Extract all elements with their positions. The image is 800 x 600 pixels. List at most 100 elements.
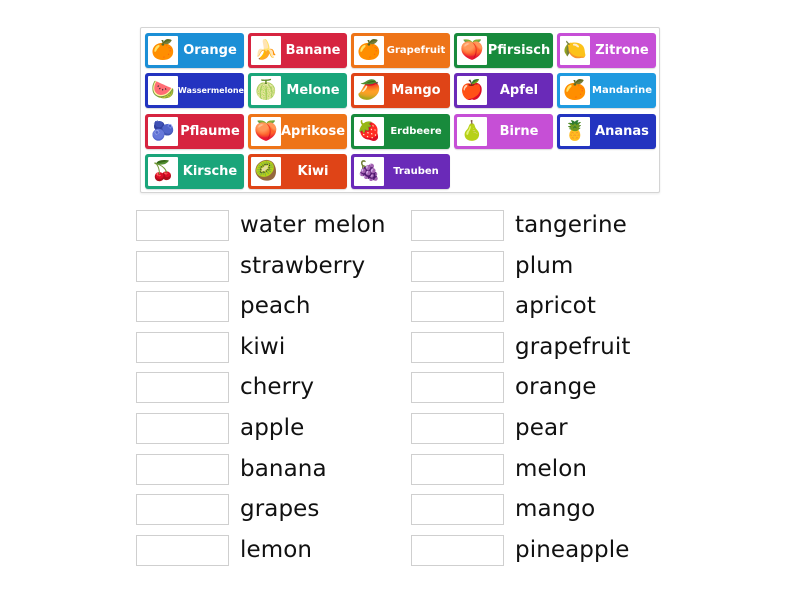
tile-banane[interactable]: 🍌 Banane [248,33,347,68]
cherry-icon: 🍒 [148,157,178,186]
drop-slot[interactable] [411,412,504,444]
tile-label: Kiwi [297,164,329,179]
drop-slot[interactable] [136,493,229,525]
tile-label: Erdbeere [390,126,442,137]
match-row: apricot [411,290,596,322]
tile-label: Aprikose [281,124,346,139]
match-row: cherry [136,371,314,403]
watermelon-icon: 🍉 [148,76,178,105]
tile-label: Orange [183,43,237,58]
match-row: peach [136,290,311,322]
target-word: peach [240,293,311,319]
tile-birne[interactable]: 🍐 Birne [454,114,553,149]
match-row: lemon [136,534,312,566]
tile-mandarine[interactable]: 🍊 Mandarine [557,73,656,108]
drop-slot[interactable] [411,250,504,282]
target-word: lemon [240,537,313,563]
tile-label: Melone [286,83,340,98]
target-word: cherry [240,374,315,400]
mango-icon: 🥭 [354,76,384,105]
target-word: orange [515,374,597,400]
match-row: strawberry [136,250,365,282]
tile-label: Wassermelone [178,86,244,95]
match-row: water melon [136,209,386,241]
banana-icon: 🍌 [251,36,281,65]
target-word: strawberry [240,253,366,279]
drop-slot[interactable] [411,534,504,566]
tile-grapefruit[interactable]: 🍊 Grapefruit [351,33,450,68]
drop-slot[interactable] [136,290,229,322]
tile-pfirsisch[interactable]: 🍑 Pfirsisch [454,33,553,68]
tile-label: Mandarine [592,85,652,96]
tangerine-icon: 🍊 [560,76,590,105]
drop-slot[interactable] [411,371,504,403]
lemon-icon: 🍋 [560,36,590,65]
target-word: banana [240,456,327,482]
match-row: pear [411,412,568,444]
target-word: mango [515,496,596,522]
tile-wassermelone[interactable]: 🍉 Wassermelone [145,73,244,108]
tile-kirsche[interactable]: 🍒 Kirsche [145,154,244,189]
match-row: orange [411,371,597,403]
target-word: kiwi [240,334,286,360]
drop-slot[interactable] [136,534,229,566]
tile-label: Mango [391,83,441,98]
melon-icon: 🍈 [251,76,281,105]
kiwi-icon: 🥝 [251,157,281,186]
tile-label: Apfel [499,83,539,98]
match-row: mango [411,493,595,525]
drop-slot[interactable] [411,290,504,322]
target-word: grapes [240,496,320,522]
tile-orange[interactable]: 🍊 Orange [145,33,244,68]
target-word: pear [515,415,568,441]
tile-trauben[interactable]: 🍇 Trauben [351,154,450,189]
tile-apfel[interactable]: 🍎 Apfel [454,73,553,108]
drop-slot[interactable] [136,371,229,403]
target-word: apricot [515,293,596,319]
pineapple-icon: 🍍 [560,117,590,146]
match-row: grapes [136,493,319,525]
target-word: plum [515,253,574,279]
tile-ananas[interactable]: 🍍 Ananas [557,114,656,149]
tile-aprikose[interactable]: 🍑 Aprikose [248,114,347,149]
apple-icon: 🍎 [457,76,487,105]
tile-label: Kirsche [182,164,238,179]
match-row: kiwi [136,331,285,363]
tile-label: Banane [285,43,341,58]
drop-slot[interactable] [411,493,504,525]
target-word: tangerine [515,212,627,238]
match-row: plum [411,250,573,282]
tile-label: Trauben [393,166,439,177]
tile-melone[interactable]: 🍈 Melone [248,73,347,108]
tile-label: Grapefruit [386,45,446,56]
match-row: apple [136,412,304,444]
tile-label: Birne [499,124,539,139]
drop-slot[interactable] [136,453,229,485]
pear-icon: 🍐 [457,117,487,146]
target-word: grapefruit [515,334,631,360]
tile-label: Pflaume [180,124,240,139]
tile-zitrone[interactable]: 🍋 Zitrone [557,33,656,68]
tile-erdbeere[interactable]: 🍓 Erdbeere [351,114,450,149]
grapefruit-icon: 🍊 [354,36,384,65]
drop-slot[interactable] [411,209,504,241]
tile-pflaume[interactable]: 🫐 Pflaume [145,114,244,149]
grapes-icon: 🍇 [354,157,384,186]
drop-slot[interactable] [136,331,229,363]
match-row: grapefruit [411,331,630,363]
drop-slot[interactable] [136,209,229,241]
tile-mango[interactable]: 🥭 Mango [351,73,450,108]
drop-slot[interactable] [411,331,504,363]
drop-slot[interactable] [136,412,229,444]
match-row: tangerine [411,209,627,241]
match-row: banana [136,453,327,485]
tile-kiwi[interactable]: 🥝 Kiwi [248,154,347,189]
peach-icon: 🍑 [457,36,487,65]
strawberry-icon: 🍓 [354,117,384,146]
drop-slot[interactable] [136,250,229,282]
target-word: melon [515,456,588,482]
tile-label: Pfirsisch [487,43,551,58]
tile-label: Zitrone [595,43,649,58]
match-row: melon [411,453,587,485]
drop-slot[interactable] [411,453,504,485]
